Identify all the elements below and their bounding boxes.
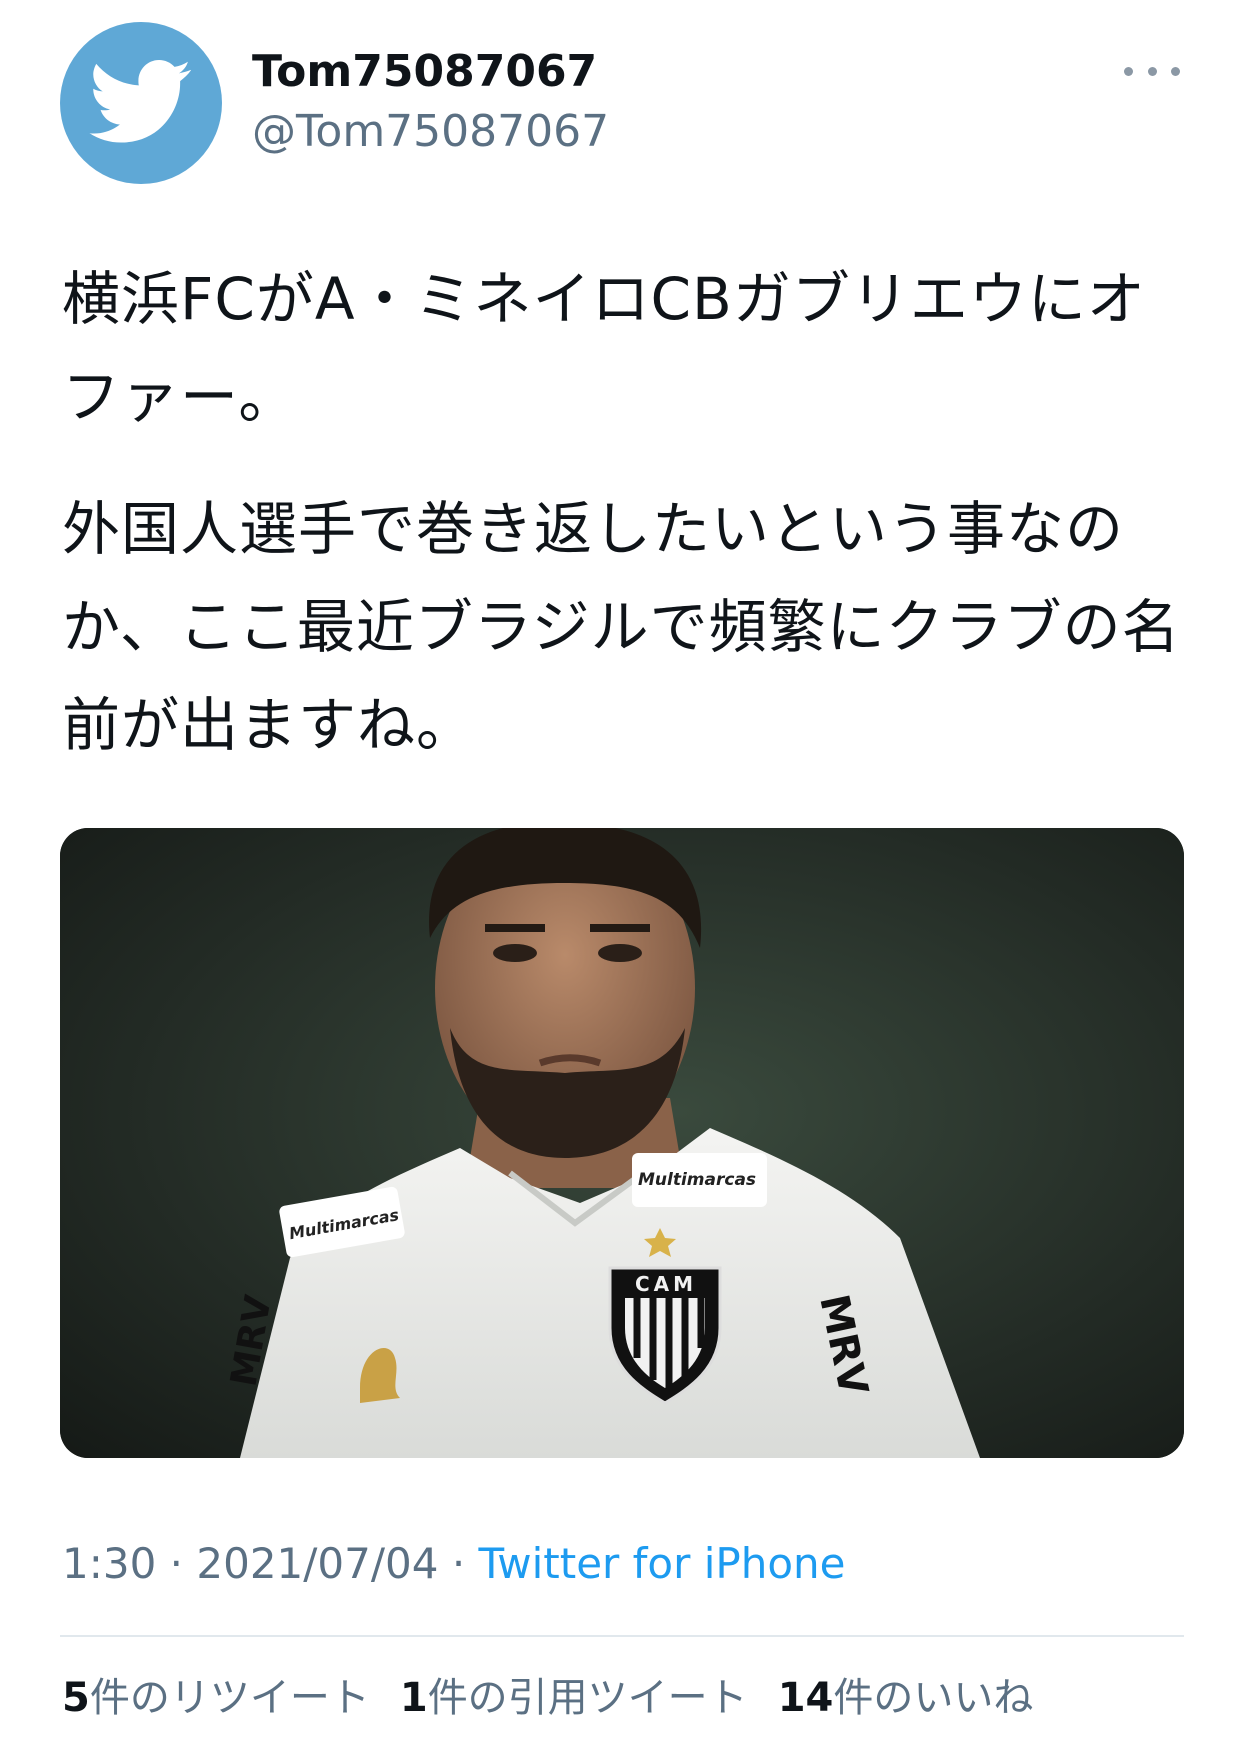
more-icon[interactable]	[1124, 56, 1180, 86]
avatar[interactable]	[60, 22, 222, 184]
more-dot	[1171, 66, 1180, 76]
twitter-bird-icon	[89, 60, 191, 143]
display-name[interactable]: Tom75087067	[252, 44, 597, 100]
tweet-text-paragraph-2: 外国人選手で巻き返したいという事なのか、ここ最近ブラジルで頻繁にクラブの名前が出…	[62, 495, 1181, 759]
retweets-stat[interactable]: 5件のリツイート	[62, 1675, 370, 1721]
more-dot	[1124, 66, 1133, 76]
retweets-count: 5	[62, 1675, 90, 1721]
crest-text: CAM	[635, 1272, 697, 1296]
tweet-photo[interactable]: Multimarcas Multimarcas CAM MRV MRV	[60, 828, 1184, 1458]
likes-count: 14	[777, 1675, 834, 1721]
tweet-source-link[interactable]: Twitter for iPhone	[479, 1539, 846, 1588]
retweets-label: 件のリツイート	[89, 1675, 370, 1721]
user-handle[interactable]: @Tom75087067	[252, 104, 609, 160]
meta-separator: ·	[156, 1539, 197, 1588]
tweet-time[interactable]: 1:30	[62, 1539, 156, 1588]
tweet-date[interactable]: 2021/07/04	[196, 1539, 438, 1588]
tweet-text-paragraph-1: 横浜FCがA・ミネイロCBガブリエウにオファー。	[62, 265, 1146, 431]
likes-stat[interactable]: 14件のいいね	[778, 1675, 1034, 1721]
more-dot	[1147, 66, 1157, 76]
player-photo: Multimarcas Multimarcas CAM MRV MRV	[60, 828, 1184, 1458]
divider	[60, 1635, 1184, 1637]
quotes-label: 件の引用ツイート	[427, 1675, 748, 1721]
engagement-stats: 5件のリツイート 1件の引用ツイート 14件のいいね	[62, 1670, 1033, 1726]
quotes-stat[interactable]: 1件の引用ツイート	[400, 1675, 748, 1721]
quotes-count: 1	[399, 1675, 428, 1721]
meta-separator: ·	[438, 1539, 479, 1588]
likes-label: 件のいいね	[833, 1675, 1034, 1721]
jersey-sponsor-right: Multimarcas	[638, 1170, 756, 1190]
tweet-meta: 1:30 · 2021/07/04 · Twitter for iPhone	[62, 1536, 846, 1592]
